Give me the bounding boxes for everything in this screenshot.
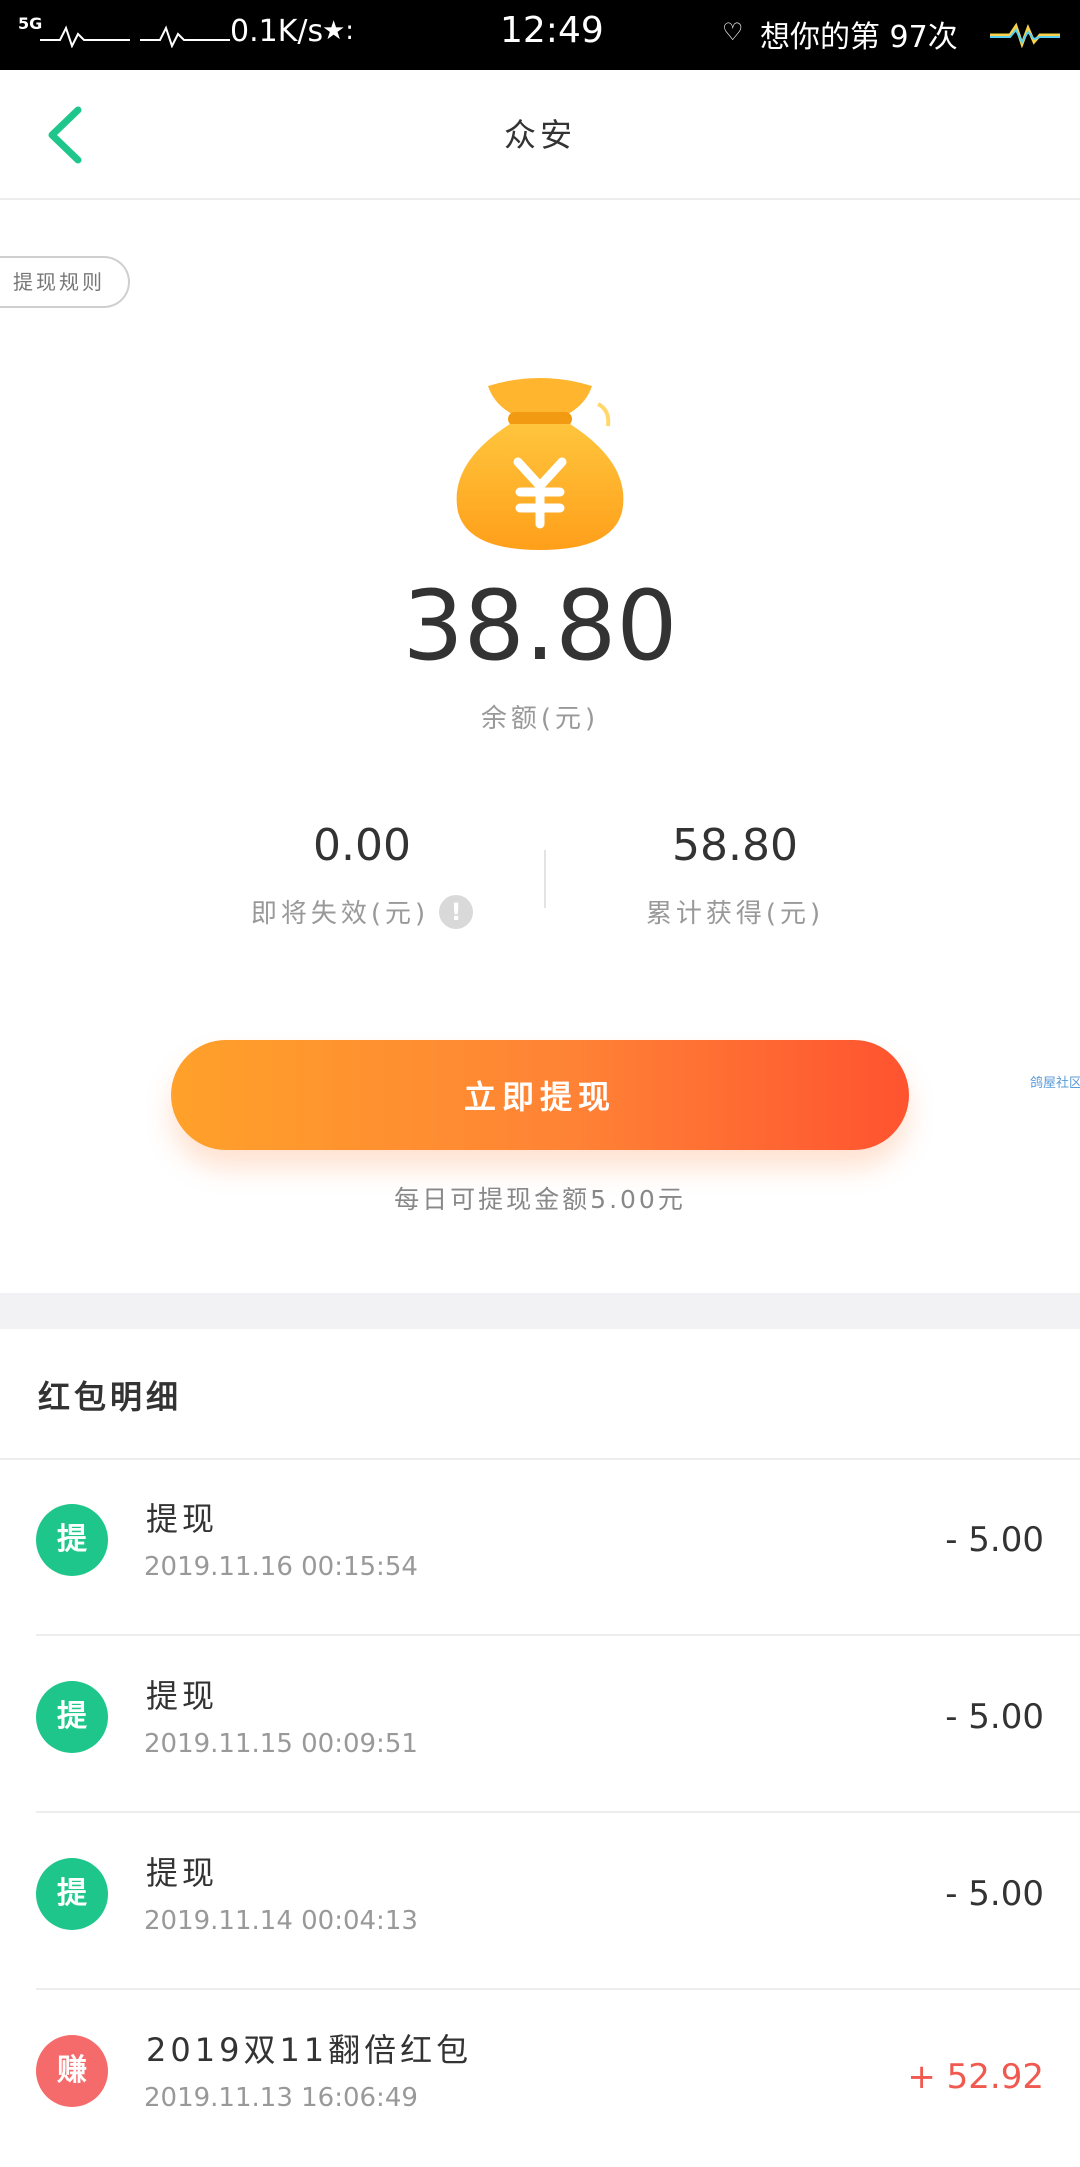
page-title: 众安 <box>503 116 576 154</box>
list-item[interactable]: 提 提现 2019.11.15 00:09:51 - 5.00 <box>0 1637 1080 1813</box>
record-title: 提现 <box>146 1854 219 1892</box>
divider <box>36 1811 1080 1813</box>
withdraw-badge-icon: 提 <box>36 1681 108 1753</box>
clock-time: 12:49 <box>500 10 604 51</box>
record-date: 2019.11.14 00:04:13 <box>144 1906 418 1936</box>
record-date: 2019.11.16 00:15:54 <box>144 1552 418 1582</box>
expiring-value: 0.00 <box>313 820 411 871</box>
total-label: 累计获得(元) <box>645 899 825 929</box>
withdraw-rules-button[interactable]: 提现规则 <box>0 256 130 308</box>
record-title: 提现 <box>146 1677 219 1715</box>
daily-limit-text: 每日可提现金额5.00元 <box>394 1185 686 1214</box>
section-title: 红包明细 <box>38 1378 183 1416</box>
status-bar: 5G 0.1K/s ★: 12:49 ♡ 想你的第 97次 <box>0 0 1080 70</box>
divider <box>36 1988 1080 1990</box>
record-amount: - 5.00 <box>945 1697 1044 1737</box>
section-divider <box>0 1293 1080 1329</box>
battery-wave-icon <box>990 22 1060 48</box>
list-item[interactable]: 提 提现 2019.11.14 00:04:13 - 5.00 <box>0 1814 1080 1990</box>
total-stat: 58.80 累计获得(元) <box>535 820 935 930</box>
network-wave-icon <box>40 25 130 48</box>
status-message: 想你的第 97次 <box>760 20 958 55</box>
watermark-text: 鸽屋社区 <box>1030 1076 1080 1091</box>
money-bag-icon <box>456 378 624 550</box>
heart-icon: ♡ <box>722 18 744 46</box>
record-amount: - 5.00 <box>945 1874 1044 1914</box>
record-amount: + 52.92 <box>907 2057 1044 2097</box>
record-title: 2019双11翻倍红包 <box>146 2031 473 2069</box>
divider <box>36 1634 1080 1636</box>
signal-label: 5G <box>18 14 43 33</box>
expiring-label: 即将失效(元) <box>250 899 430 929</box>
withdraw-now-button[interactable]: 立即提现 <box>171 1040 909 1150</box>
record-title: 提现 <box>146 1500 219 1538</box>
withdraw-badge-icon: 提 <box>36 1504 108 1576</box>
record-date: 2019.11.15 00:09:51 <box>144 1729 418 1759</box>
balance-label: 余额(元) <box>480 704 600 734</box>
info-icon[interactable]: ! <box>439 894 474 929</box>
withdraw-badge-icon: 提 <box>36 1858 108 1930</box>
app-header: 众安 <box>0 70 1080 200</box>
record-date: 2019.11.13 16:06:49 <box>144 2083 418 2113</box>
total-value: 58.80 <box>672 820 798 871</box>
star-icon: ★: <box>322 16 355 46</box>
record-amount: - 5.00 <box>945 1520 1044 1560</box>
expiring-stat: 0.00 即将失效(元)! <box>162 820 562 930</box>
earn-badge-icon: 赚 <box>36 2035 108 2107</box>
network-speed: 0.1K/s <box>230 14 324 49</box>
balance-amount: 38.80 <box>402 570 678 682</box>
list-item[interactable]: 赚 2019双11翻倍红包 2019.11.13 16:06:49 + 52.9… <box>0 1991 1080 2167</box>
network-wave-icon <box>140 25 230 48</box>
list-item[interactable]: 提 提现 2019.11.16 00:15:54 - 5.00 <box>0 1460 1080 1636</box>
